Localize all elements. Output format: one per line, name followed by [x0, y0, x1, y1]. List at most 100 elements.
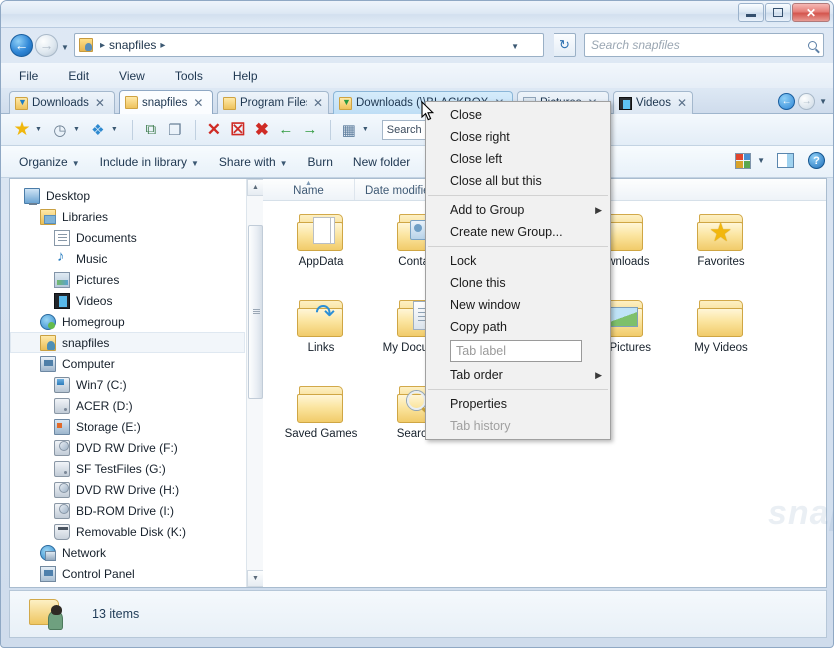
new-folder-button[interactable]: New folder — [353, 155, 410, 169]
scroll-up-button[interactable]: ▲ — [247, 179, 263, 196]
breadcrumb-bar[interactable]: ▸ snapfiles ▸ ▼ — [74, 33, 544, 57]
menu-item-create-new-group[interactable]: Create new Group... — [426, 221, 610, 243]
tree-item-pictures[interactable]: Pictures — [10, 269, 263, 290]
tab-label-input[interactable]: Tab label — [450, 340, 582, 362]
menu-view[interactable]: View — [115, 67, 149, 85]
tab-forward-button[interactable]: → — [798, 93, 816, 110]
tab-videos[interactable]: Videos ✕ — [613, 91, 693, 114]
list-item[interactable]: My Videos — [671, 299, 771, 385]
menu-item-properties[interactable]: Properties — [426, 393, 610, 415]
view-options-dropdown-icon[interactable]: ▼ — [362, 126, 369, 133]
preview-pane-icon[interactable] — [777, 153, 794, 168]
menu-edit[interactable]: Edit — [64, 67, 93, 85]
scroll-down-button[interactable]: ▼ — [247, 570, 263, 587]
folder-link-icon: ↷ — [297, 299, 345, 339]
tab-close-icon[interactable]: ✕ — [313, 96, 323, 110]
refresh-button[interactable]: ↻ — [554, 33, 576, 57]
breadcrumb-separator-2[interactable]: ▸ — [160, 40, 165, 51]
list-item[interactable]: AppData — [271, 213, 371, 299]
close-left-icon[interactable]: ← — [275, 119, 297, 141]
tab-close-icon[interactable]: ✕ — [677, 96, 687, 110]
tree-item-removable-k[interactable]: Removable Disk (K:) — [10, 521, 263, 542]
scrollbar-thumb[interactable] — [248, 225, 263, 399]
clone-tab-icon[interactable]: ❐ — [164, 119, 186, 141]
tree-item-videos[interactable]: Videos — [10, 290, 263, 311]
change-view-icon[interactable] — [735, 152, 752, 169]
close-right-icon[interactable]: → — [299, 119, 321, 141]
burn-button[interactable]: Burn — [308, 155, 333, 169]
list-item[interactable]: Saved Games — [271, 385, 371, 471]
tab-list-dropdown-icon[interactable]: ▼ — [819, 97, 827, 106]
tree-item-libraries[interactable]: Libraries — [10, 206, 263, 227]
organize-button[interactable]: Organize ▼ — [19, 155, 80, 169]
tree-item-snapfiles[interactable]: snapfiles — [10, 332, 245, 353]
tab-snapfiles[interactable]: snapfiles ✕ — [119, 90, 213, 114]
tab-program-files[interactable]: Program Files ✕ — [217, 91, 329, 114]
menu-item-close[interactable]: Close — [426, 104, 610, 126]
tree-item-homegroup[interactable]: Homegroup — [10, 311, 263, 332]
view-options-icon[interactable]: ▦ — [338, 119, 360, 141]
menu-item-tab-order[interactable]: Tab order ▶ — [426, 364, 610, 386]
close-button[interactable]: ✕ — [792, 3, 830, 22]
history-clock-icon[interactable]: ◷ — [49, 119, 71, 141]
folder-icon — [223, 96, 236, 110]
menu-file[interactable]: File — [15, 67, 42, 85]
share-with-button[interactable]: Share with ▼ — [219, 155, 288, 169]
tree-item-desktop[interactable]: Desktop — [10, 185, 263, 206]
favorites-star-icon[interactable]: ★ — [11, 119, 33, 141]
breadcrumb-path[interactable]: snapfiles — [109, 38, 156, 52]
list-item[interactable]: ↷ Links — [271, 299, 371, 385]
tree-item-storage-e[interactable]: Storage (E:) — [10, 416, 263, 437]
forward-button[interactable]: → — [35, 34, 58, 57]
close-all-tabs-icon[interactable]: ✖ — [251, 119, 273, 141]
tab-close-icon[interactable]: ✕ — [95, 96, 105, 110]
menu-item-copy-path[interactable]: Copy path — [426, 316, 610, 338]
list-item[interactable]: ★ Favorites — [671, 213, 771, 299]
help-icon[interactable]: ? — [808, 152, 825, 169]
tree-item-network[interactable]: Network — [10, 542, 263, 563]
close-tab-icon[interactable]: ✕ — [203, 119, 225, 141]
sort-ascending-icon: ▲ — [305, 180, 312, 187]
tree-item-dvd-f[interactable]: DVD RW Drive (F:) — [10, 437, 263, 458]
close-window-icon[interactable]: ☒ — [227, 119, 249, 141]
include-in-library-button[interactable]: Include in library ▼ — [100, 155, 199, 169]
minimize-button[interactable] — [738, 3, 764, 22]
tree-item-bdrom-i[interactable]: BD-ROM Drive (I:) — [10, 500, 263, 521]
maximize-button[interactable] — [765, 3, 791, 22]
tree-item-computer[interactable]: Computer — [10, 353, 263, 374]
menu-item-add-to-group[interactable]: Add to Group ▶ — [426, 199, 610, 221]
menu-item-clone-this[interactable]: Clone this — [426, 272, 610, 294]
tab-close-icon[interactable]: ✕ — [193, 96, 203, 110]
history-dropdown-button[interactable]: ▼ — [61, 43, 69, 52]
tree-item-control-panel[interactable]: Control Panel — [10, 563, 263, 584]
menu-item-lock[interactable]: Lock — [426, 250, 610, 272]
tree-item-acer-d[interactable]: ACER (D:) — [10, 395, 263, 416]
address-bar: ← → ▼ ▸ snapfiles ▸ ▼ ↻ Search snapfiles — [1, 28, 833, 62]
menu-tools[interactable]: Tools — [171, 67, 207, 85]
menu-item-close-left[interactable]: Close left — [426, 148, 610, 170]
column-header-name[interactable]: ▲ Name — [263, 179, 355, 200]
menu-help[interactable]: Help — [229, 67, 262, 85]
tab-back-button[interactable]: ← — [778, 93, 796, 110]
menu-item-new-window[interactable]: New window — [426, 294, 610, 316]
windows-dropdown-icon[interactable]: ▼ — [111, 126, 118, 133]
breadcrumb-dropdown-icon[interactable]: ▼ — [511, 42, 519, 51]
user-folder-icon — [28, 598, 64, 630]
change-view-dropdown-icon[interactable]: ▼ — [757, 156, 765, 165]
back-button[interactable]: ← — [10, 34, 33, 57]
tree-item-dvd-h[interactable]: DVD RW Drive (H:) — [10, 479, 263, 500]
favorites-dropdown-icon[interactable]: ▼ — [35, 126, 42, 133]
tree-item-documents[interactable]: Documents — [10, 227, 263, 248]
windows-flag-icon[interactable]: ❖ — [87, 119, 109, 141]
history-dropdown-icon[interactable]: ▼ — [73, 126, 80, 133]
new-tab-icon[interactable]: ⧉ — [140, 119, 162, 141]
search-input[interactable]: Search snapfiles — [584, 33, 824, 57]
tree-item-win7-c[interactable]: Win7 (C:) — [10, 374, 263, 395]
navigation-scrollbar[interactable]: ▲ ▼ — [246, 179, 263, 587]
tree-item-music[interactable]: Music — [10, 248, 263, 269]
command-bar: Organize ▼ Include in library ▼ Share with… — [1, 146, 833, 178]
menu-item-close-all-but-this[interactable]: Close all but this — [426, 170, 610, 192]
tab-downloads[interactable]: Downloads ✕ — [9, 91, 115, 114]
tree-item-sf-testfiles-g[interactable]: SF TestFiles (G:) — [10, 458, 263, 479]
menu-item-close-right[interactable]: Close right — [426, 126, 610, 148]
